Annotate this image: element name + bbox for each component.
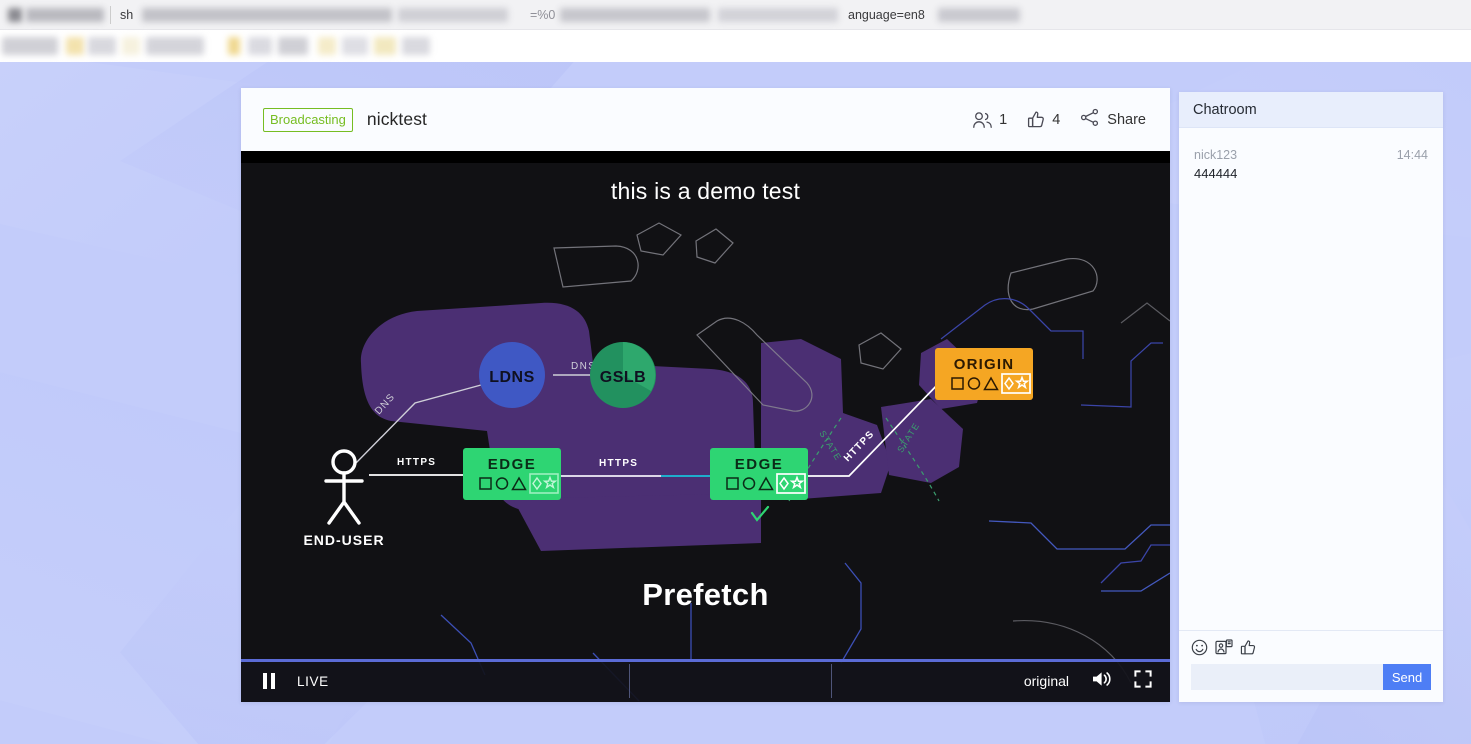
- share-label: Share: [1107, 111, 1146, 128]
- live-indicator: LIVE: [297, 673, 329, 689]
- viewer-count-value: 1: [999, 111, 1008, 128]
- browser-chrome: sh =%0 anguage=en8: [0, 0, 1471, 62]
- node-end-user: END-USER: [303, 449, 384, 548]
- chatroom-title: Chatroom: [1179, 92, 1443, 128]
- slide-title: this is a demo test: [610, 178, 801, 204]
- sticker-icon[interactable]: [1215, 639, 1233, 656]
- fullscreen-icon[interactable]: [1134, 669, 1152, 693]
- node-edge-2-label: EDGE: [735, 456, 784, 473]
- progress-tick: [629, 664, 630, 698]
- chatroom-panel: Chatroom nick123 14:44 444444 Send: [1179, 92, 1443, 702]
- like-count-value: 4: [1052, 111, 1061, 128]
- control-bar-right: original: [1024, 669, 1152, 693]
- viewers-icon: [972, 111, 993, 129]
- url-fragment-3: anguage=en8: [848, 8, 925, 22]
- blurred-url-text: [142, 8, 392, 22]
- node-end-user-label: END-USER: [303, 532, 384, 548]
- link-label-https: HTTPS: [397, 457, 436, 468]
- blurred-bookmark[interactable]: [402, 37, 430, 55]
- chat-input[interactable]: [1191, 664, 1383, 690]
- thumbs-up-icon: [1027, 110, 1046, 129]
- pause-bar: [263, 673, 267, 689]
- status-badge: Broadcasting: [263, 107, 353, 132]
- browser-address-bar[interactable]: sh =%0 anguage=en8: [0, 0, 1471, 30]
- blurred-favicon: [8, 8, 22, 22]
- slide-footer: Prefetch: [642, 577, 769, 612]
- progress-fill: [241, 659, 1170, 662]
- chat-message-list: nick123 14:44 444444: [1179, 128, 1443, 630]
- live-player-card: Broadcasting nicktest 1 4 Share STATE ST…: [241, 88, 1170, 702]
- pause-button[interactable]: [263, 673, 275, 689]
- blurred-bookmark[interactable]: [318, 37, 336, 55]
- video-player[interactable]: STATE STATE DNS DNS HTTPS HTTPS HTTPS LD…: [241, 151, 1170, 702]
- landmass-shape: [881, 399, 963, 483]
- blurred-url-text: [560, 8, 710, 22]
- blurred-bookmark[interactable]: [2, 37, 58, 55]
- chat-input-row: Send: [1191, 664, 1431, 690]
- blurred-bookmark[interactable]: [122, 37, 140, 55]
- like-count[interactable]: 4: [1027, 110, 1060, 129]
- node-edge-1-label: EDGE: [488, 456, 537, 473]
- node-ldns-label: LDNS: [489, 369, 535, 386]
- list-item: nick123 14:44 444444: [1194, 148, 1428, 181]
- node-origin-label: ORIGIN: [954, 356, 1015, 373]
- blurred-url-text: [398, 8, 508, 22]
- blurred-bookmark[interactable]: [342, 37, 368, 55]
- viewer-count: 1: [972, 111, 1007, 129]
- blurred-url-text: [718, 8, 838, 22]
- video-stage: STATE STATE DNS DNS HTTPS HTTPS HTTPS LD…: [241, 163, 1170, 702]
- blurred-bookmark[interactable]: [278, 37, 308, 55]
- browser-bookmarks-bar[interactable]: [0, 30, 1471, 62]
- blurred-bookmark[interactable]: [66, 37, 84, 55]
- node-gslb-label: GSLB: [600, 369, 646, 386]
- like-icon[interactable]: [1240, 639, 1257, 656]
- message-author: nick123: [1194, 148, 1238, 162]
- blurred-bookmark[interactable]: [248, 37, 272, 55]
- quality-selector[interactable]: original: [1024, 673, 1069, 689]
- blurred-bookmark[interactable]: [228, 37, 240, 55]
- message-meta: nick123 14:44: [1194, 148, 1428, 162]
- blurred-bookmark[interactable]: [374, 37, 396, 55]
- message-time: 14:44: [1396, 148, 1428, 162]
- chat-toolbar: [1191, 639, 1431, 656]
- chat-composer: Send: [1179, 630, 1443, 702]
- node-edge-1: EDGE: [463, 448, 561, 500]
- share-icon: [1080, 108, 1100, 131]
- progress-tick: [831, 664, 832, 698]
- share-button[interactable]: Share: [1080, 108, 1146, 131]
- blurred-url-text: [938, 8, 1020, 22]
- blurred-bookmark[interactable]: [146, 37, 204, 55]
- link-label-https: HTTPS: [599, 458, 638, 469]
- video-control-bar: LIVE original: [241, 659, 1170, 702]
- coastline: [1012, 302, 1170, 684]
- progress-bar[interactable]: [241, 659, 1170, 662]
- send-button[interactable]: Send: [1383, 664, 1431, 690]
- url-fragment-1: sh: [120, 8, 134, 22]
- page-title: nicktest: [366, 109, 428, 129]
- message-text: 444444: [1194, 166, 1238, 181]
- address-bar-divider: [110, 6, 111, 24]
- landmass-shape: [513, 493, 761, 551]
- network-diagram: STATE STATE DNS DNS HTTPS HTTPS HTTPS LD…: [303, 222, 1170, 702]
- url-fragment-2: =%0: [530, 8, 556, 22]
- emoji-icon[interactable]: [1191, 639, 1208, 656]
- header-stats: 1 4 Share: [972, 108, 1146, 131]
- pause-bar: [271, 673, 275, 689]
- volume-icon[interactable]: [1091, 670, 1112, 693]
- player-header: Broadcasting nicktest 1 4 Share: [241, 88, 1170, 151]
- node-origin: ORIGIN: [935, 348, 1033, 400]
- blurred-url-text: [26, 8, 104, 22]
- blurred-bookmark[interactable]: [88, 37, 116, 55]
